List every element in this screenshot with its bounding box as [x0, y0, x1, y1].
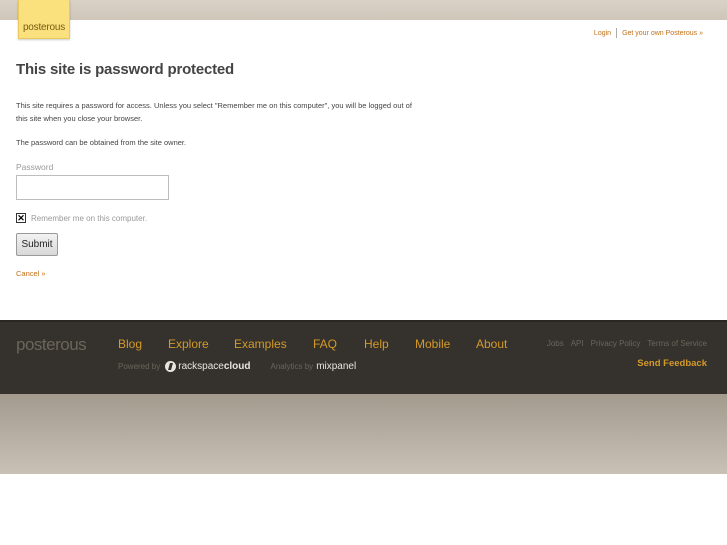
terms-of-service-link[interactable]: Terms of Service: [647, 339, 707, 348]
posterous-logo[interactable]: posterous: [18, 0, 70, 39]
footer-nav-blog[interactable]: Blog: [118, 337, 168, 351]
footer: posterous Blog Explore Examples FAQ Help…: [0, 320, 727, 394]
mixpanel-logo[interactable]: mixpanel: [316, 361, 356, 372]
powered-by-label: Powered by: [118, 362, 161, 371]
password-input[interactable]: [16, 175, 169, 200]
rackspace-cloud-text: cloud: [223, 361, 251, 372]
footer-nav-explore[interactable]: Explore: [168, 337, 234, 351]
jobs-link[interactable]: Jobs: [547, 339, 564, 348]
submit-button[interactable]: Submit: [16, 233, 58, 256]
footer-nav-help[interactable]: Help: [364, 337, 415, 351]
analytics-label: Analytics by: [270, 362, 314, 371]
footer-small-links: Jobs API Privacy Policy Terms of Service: [540, 339, 707, 348]
lower-band: [0, 394, 727, 474]
rackspace-logo[interactable]: rackspace cloud: [165, 361, 251, 372]
footer-nav-about[interactable]: About: [476, 337, 507, 351]
top-bar: [0, 0, 727, 20]
logo-text: posterous: [22, 21, 66, 33]
footer-nav-faq[interactable]: FAQ: [313, 337, 364, 351]
password-label: Password: [16, 162, 54, 172]
top-links: Login Get your own Posterous »: [594, 28, 703, 38]
privacy-policy-link[interactable]: Privacy Policy: [591, 339, 641, 348]
analytics-by: Analytics by mixpanel: [271, 361, 357, 372]
footer-nav-mobile[interactable]: Mobile: [415, 337, 476, 351]
api-link[interactable]: API: [571, 339, 584, 348]
divider: [616, 28, 618, 38]
page-title: This site is password protected: [16, 61, 235, 78]
rackspace-text: rackspace: [178, 361, 224, 372]
footer-logo[interactable]: posterous: [16, 335, 87, 355]
get-own-posterous-link[interactable]: Get your own Posterous »: [622, 30, 703, 37]
footer-nav-examples[interactable]: Examples: [234, 337, 313, 351]
remember-me-label[interactable]: Remember me on this computer.: [31, 214, 147, 223]
intro-text: This site requires a password for access…: [16, 101, 412, 123]
cancel-link[interactable]: Cancel »: [16, 269, 46, 278]
footer-nav: Blog Explore Examples FAQ Help Mobile Ab…: [118, 337, 507, 351]
remember-me-row[interactable]: ✕ Remember me on this computer.: [16, 213, 147, 223]
rackspace-icon: [165, 361, 177, 372]
remember-me-checkbox[interactable]: ✕: [16, 213, 26, 223]
powered-by: Powered by rackspace cloud Analytics by m…: [118, 361, 356, 372]
send-feedback-link[interactable]: Send Feedback: [637, 358, 707, 369]
login-link[interactable]: Login: [594, 30, 611, 37]
obtain-text: The password can be obtained from the si…: [16, 138, 187, 147]
